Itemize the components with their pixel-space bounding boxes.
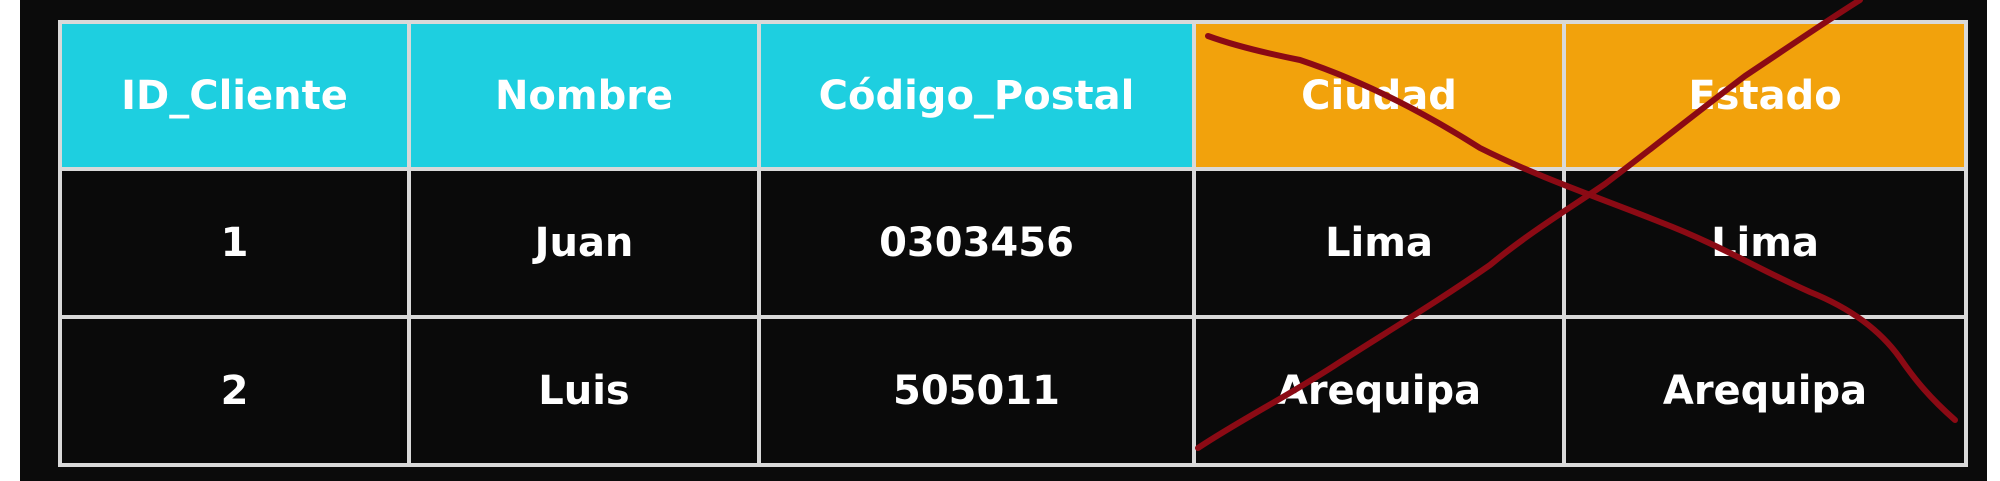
frame: ID_Cliente Nombre Código_Postal Ciudad E… xyxy=(0,0,2000,481)
header-ciudad: Ciudad xyxy=(1192,20,1566,171)
clients-table: ID_Cliente Nombre Código_Postal Ciudad E… xyxy=(58,20,1968,467)
table-row: 2 Luis 505011 Arequipa Arequipa xyxy=(58,315,1968,467)
cell-ciudad: Lima xyxy=(1192,167,1566,319)
cell-nombre: Juan xyxy=(407,167,761,319)
cell-estado: Lima xyxy=(1562,167,1968,319)
cell-codigo-postal: 505011 xyxy=(757,315,1196,467)
cell-nombre: Luis xyxy=(407,315,761,467)
cell-id-cliente: 1 xyxy=(58,167,411,319)
cell-id-cliente: 2 xyxy=(58,315,411,467)
header-nombre: Nombre xyxy=(407,20,761,171)
header-codigo-postal: Código_Postal xyxy=(757,20,1196,171)
table-header-row: ID_Cliente Nombre Código_Postal Ciudad E… xyxy=(58,20,1968,171)
cell-ciudad: Arequipa xyxy=(1192,315,1566,467)
header-id-cliente: ID_Cliente xyxy=(58,20,411,171)
cell-estado: Arequipa xyxy=(1562,315,1968,467)
table-row: 1 Juan 0303456 Lima Lima xyxy=(58,167,1968,319)
cell-codigo-postal: 0303456 xyxy=(757,167,1196,319)
header-estado: Estado xyxy=(1562,20,1968,171)
